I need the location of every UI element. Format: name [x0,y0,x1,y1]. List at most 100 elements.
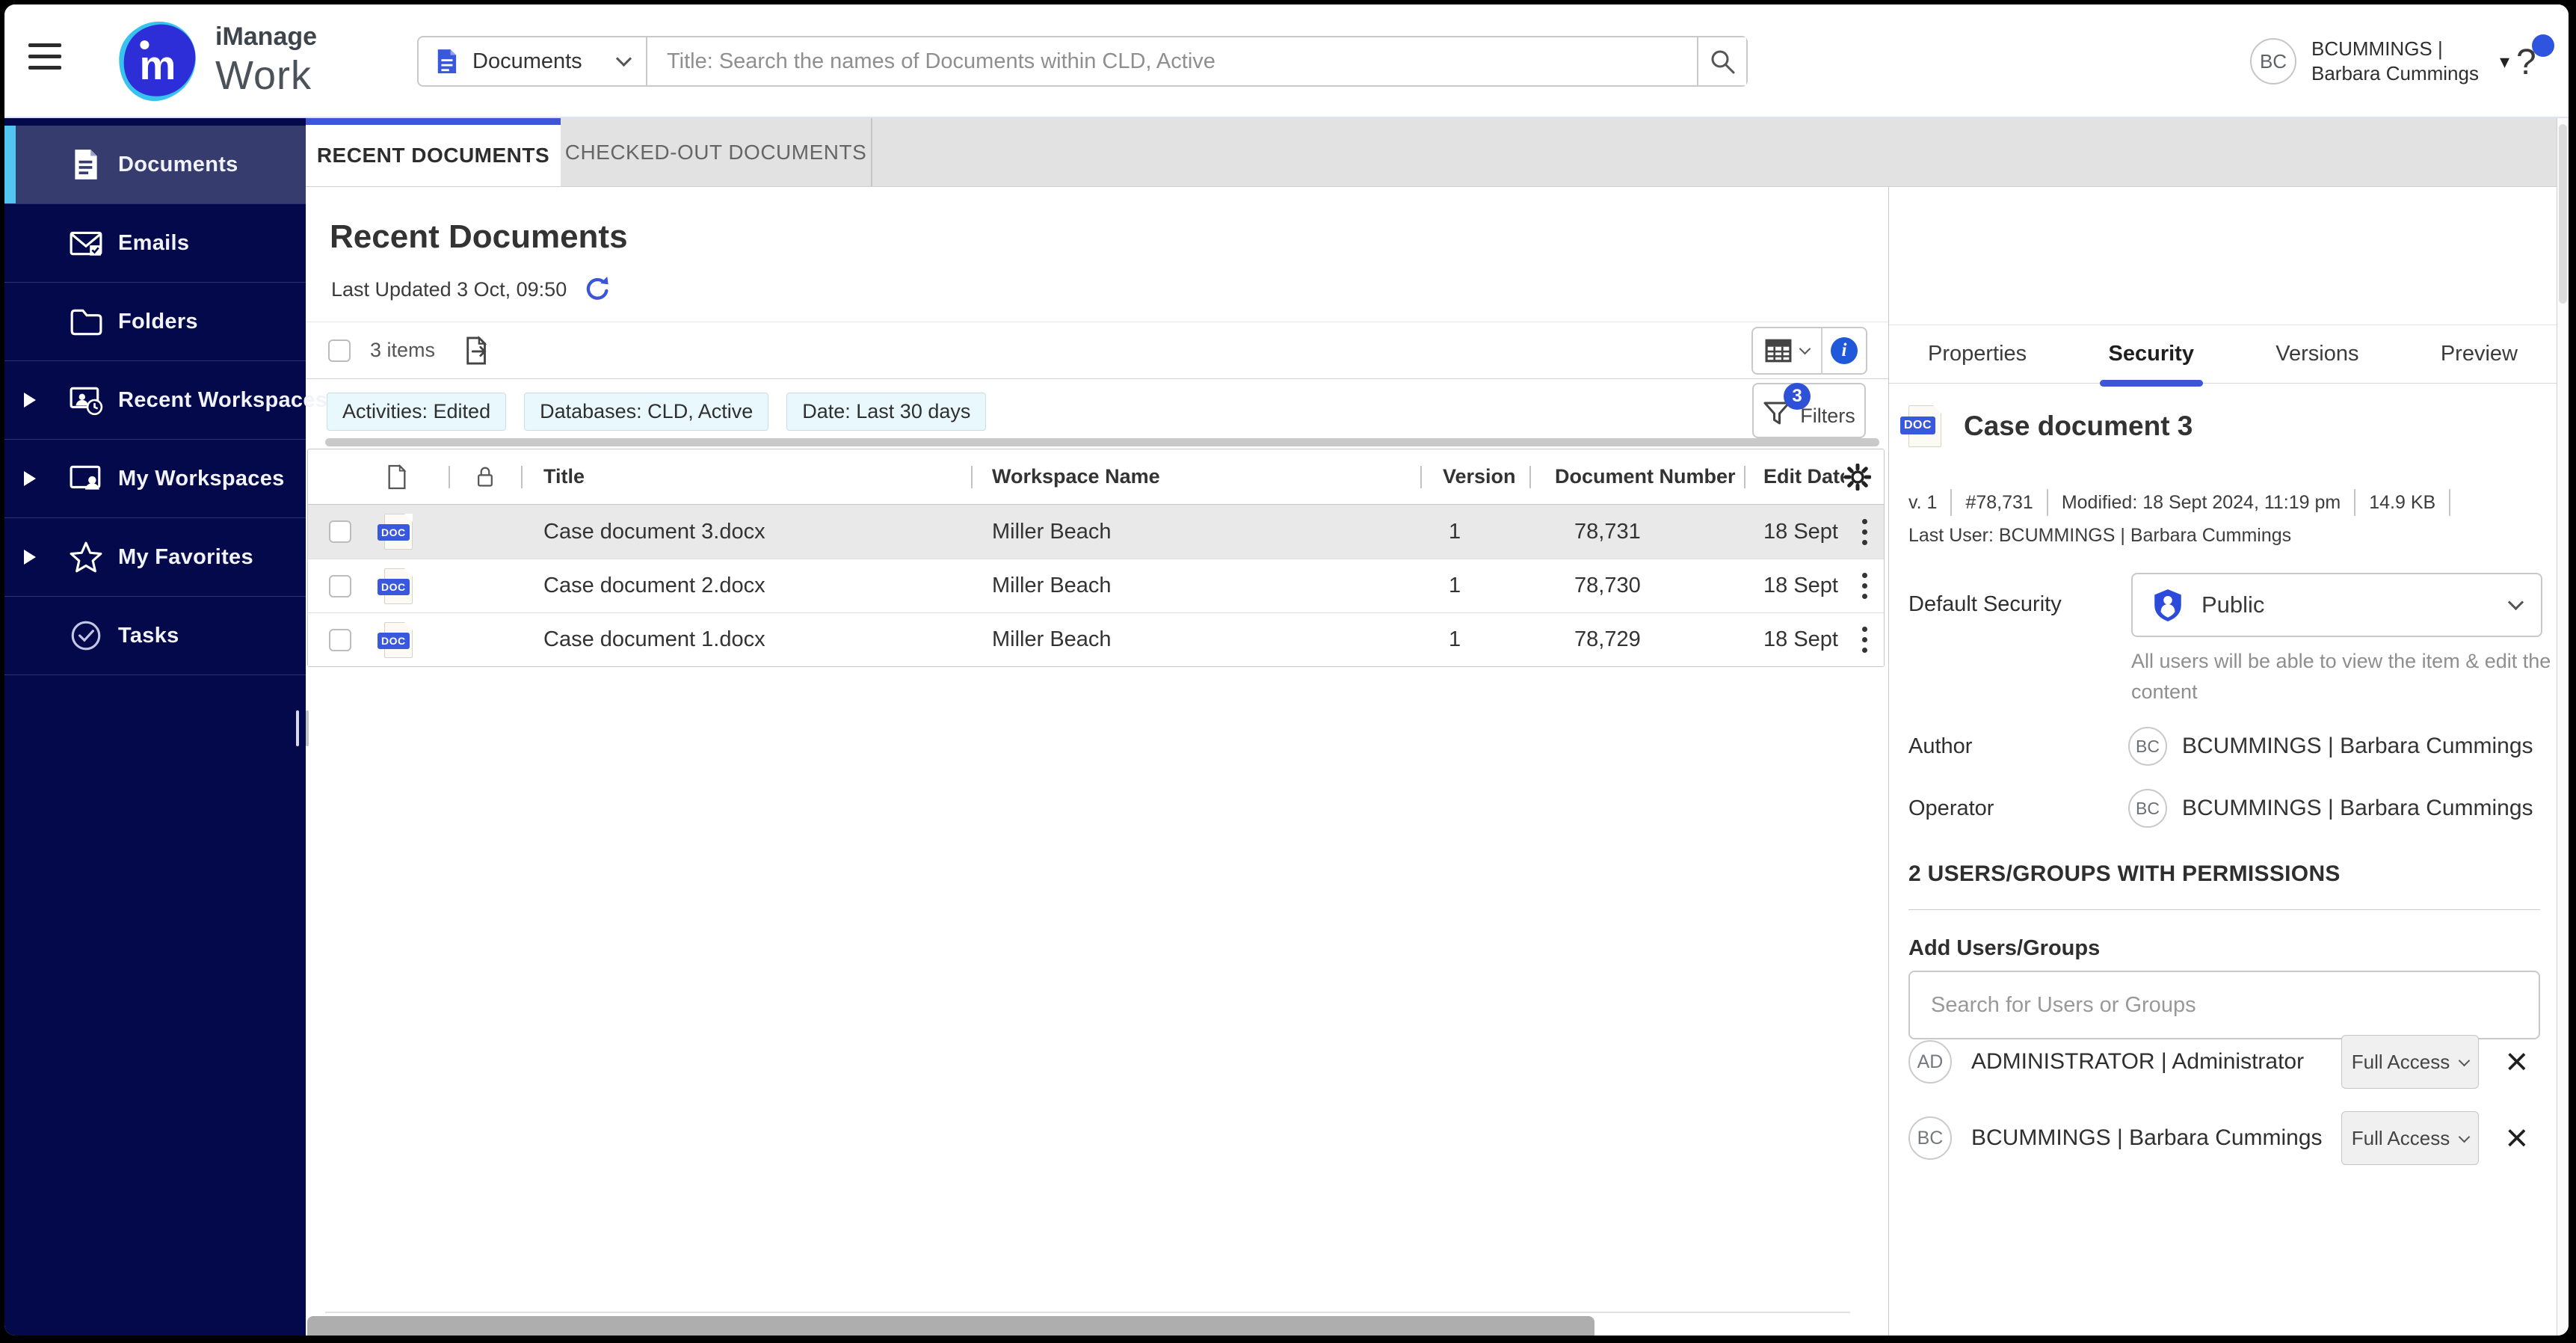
filter-chip-activities[interactable]: Activities: Edited [327,393,506,431]
tab-versions[interactable]: Versions [2275,325,2358,383]
cell-edit-date: 18 Sept 2024, 11:19 pm [1744,520,1844,544]
cell-title[interactable]: Case document 1.docx [521,627,971,652]
user-name-line1: BCUMMINGS | [2311,37,2479,61]
refresh-button[interactable] [583,275,611,304]
help-button[interactable]: ? [2516,42,2536,83]
row-select-cell: DOC [308,559,449,612]
horizontal-scrollbar-thumb[interactable] [307,1316,1594,1336]
operator-name: BCUMMINGS | Barbara Cummings [2182,796,2533,821]
access-level-select[interactable]: Full Access [2341,1035,2479,1089]
cell-doc-number: 78,731 [1529,520,1744,544]
tab-security[interactable]: Security [2109,325,2194,383]
cell-doc-number: 78,729 [1529,627,1744,652]
filter-chip-date[interactable]: Date: Last 30 days [786,393,986,431]
header-doc-type[interactable] [308,449,449,504]
table-row[interactable]: DOC Case document 2.docx Miller Beach 1 … [308,559,1884,612]
header-version[interactable]: Version [1420,449,1529,504]
author-name: BCUMMINGS | Barbara Cummings [2182,734,2533,759]
cell-version: 1 [1420,520,1529,544]
cell-workspace: Miller Beach [971,627,1420,652]
sidebar-item-my-favorites[interactable]: My Favorites [4,518,306,597]
tab-properties[interactable]: Properties [1928,325,2027,383]
header-settings[interactable] [1844,449,1885,504]
sidebar-item-label: My Favorites [118,545,253,570]
sidebar-item-recent-workspaces[interactable]: Recent Workspaces [4,361,306,440]
header-document-number[interactable]: Document Number [1529,449,1744,504]
row-menu-kebab-icon[interactable] [1862,573,1867,599]
chevron-down-icon [616,50,632,66]
filter-chip-databases[interactable]: Databases: CLD, Active [524,393,768,431]
search-button[interactable] [1697,37,1746,85]
tab-checked-out-documents[interactable]: CHECKED-OUT DOCUMENTS [561,118,872,186]
info-icon: i [1831,337,1858,364]
top-bar: m iManage Work Documents [4,4,2569,118]
filters-button[interactable]: 3 Filters [1752,383,1866,438]
tab-preview[interactable]: Preview [2441,325,2518,383]
user-menu[interactable]: BC BCUMMINGS | Barbara Cummings ▾ [2250,37,2509,86]
operator-row: Operator BC BCUMMINGS | Barbara Cummings [1908,786,2542,831]
cell-doc-number: 78,730 [1529,574,1744,598]
header-title[interactable]: Title [521,449,971,504]
cell-title[interactable]: Case document 2.docx [521,574,971,598]
doc-type-badge: DOC [1900,417,1935,434]
user-avatar: BC [2250,38,2296,84]
users-groups-search-input[interactable] [1908,971,2540,1039]
app-window: m iManage Work Documents [4,4,2569,1336]
doc-type-badge: DOC [378,633,410,649]
remove-permission-button[interactable]: × [2506,1042,2528,1081]
search-scope-select[interactable]: Documents [419,37,647,85]
header-workspace-name[interactable]: Workspace Name [971,449,1420,504]
header-lock[interactable] [449,449,521,504]
cell-edit-date: 18 Sept 2024, 11:19 pm [1744,627,1844,652]
row-menu-kebab-icon[interactable] [1862,519,1867,545]
info-button[interactable]: i [1822,337,1866,364]
remove-permission-button[interactable]: × [2506,1119,2528,1158]
cell-title[interactable]: Case document 3.docx [521,520,971,544]
filter-chips-row: Activities: Edited Databases: CLD, Activ… [306,379,1888,443]
export-button[interactable] [463,336,492,366]
select-all-checkbox[interactable] [328,339,351,362]
table-header: Title Workspace Name Version Document Nu… [308,449,1884,505]
user-caret-icon: ▾ [2500,50,2509,73]
row-checkbox[interactable] [329,629,351,651]
row-checkbox[interactable] [329,575,351,597]
permission-row: AD ADMINISTRATOR | Administrator Full Ac… [1908,1030,2540,1093]
vertical-scrollbar[interactable] [2557,118,2569,1336]
user-name-line2: Barbara Cummings [2311,61,2479,86]
view-mode-select[interactable] [1753,328,1821,373]
doc-type-badge: DOC [378,579,410,595]
sidebar-item-tasks[interactable]: Tasks [4,597,306,675]
hamburger-menu-icon[interactable] [28,43,61,70]
row-checkbox[interactable] [329,520,351,543]
brand-text: iManage Work [215,24,317,96]
header-edit-date[interactable]: Edit Date [1744,449,1844,504]
permission-name: BCUMMINGS | Barbara Cummings [1971,1125,2323,1151]
items-count: 3 items [370,339,435,362]
expand-arrow-icon[interactable] [24,550,36,565]
table-row[interactable]: DOC Case document 3.docx Miller Beach 1 … [308,505,1884,559]
user-name: BCUMMINGS | Barbara Cummings [2311,37,2479,86]
permissions-heading: 2 USERS/GROUPS WITH PERMISSIONS [1908,861,2341,887]
meta-number: #78,731 [1965,489,2047,516]
tab-recent-documents[interactable]: RECENT DOCUMENTS [306,118,561,186]
default-security-select[interactable]: Public [2131,573,2542,637]
sidebar-item-my-workspaces[interactable]: My Workspaces [4,440,306,518]
table-row[interactable]: DOC Case document 1.docx Miller Beach 1 … [308,612,1884,666]
row-select-cell: DOC [308,505,449,559]
table-top-scrollbar[interactable] [325,438,1879,446]
panel-resize-handle[interactable] [296,710,309,746]
expand-arrow-icon[interactable] [24,471,36,486]
row-menu-kebab-icon[interactable] [1862,627,1867,653]
cell-workspace: Miller Beach [971,520,1420,544]
search-input[interactable] [647,37,1697,85]
expand-arrow-icon[interactable] [24,393,36,408]
access-level-select[interactable]: Full Access [2341,1111,2479,1165]
sidebar-item-folders[interactable]: Folders [4,283,306,361]
sidebar-item-documents[interactable]: Documents [4,126,306,204]
vertical-scrollbar-thumb[interactable] [2559,124,2567,304]
file-icon [386,464,408,490]
last-user-text: Last User: BCUMMINGS | Barbara Cummings [1908,525,2291,547]
panel-tabs: Properties Security Versions Preview [1889,325,2557,384]
doc-meta-row: v. 1 #78,731 Modified: 18 Sept 2024, 11:… [1908,489,2464,516]
sidebar-item-emails[interactable]: Emails [4,204,306,283]
